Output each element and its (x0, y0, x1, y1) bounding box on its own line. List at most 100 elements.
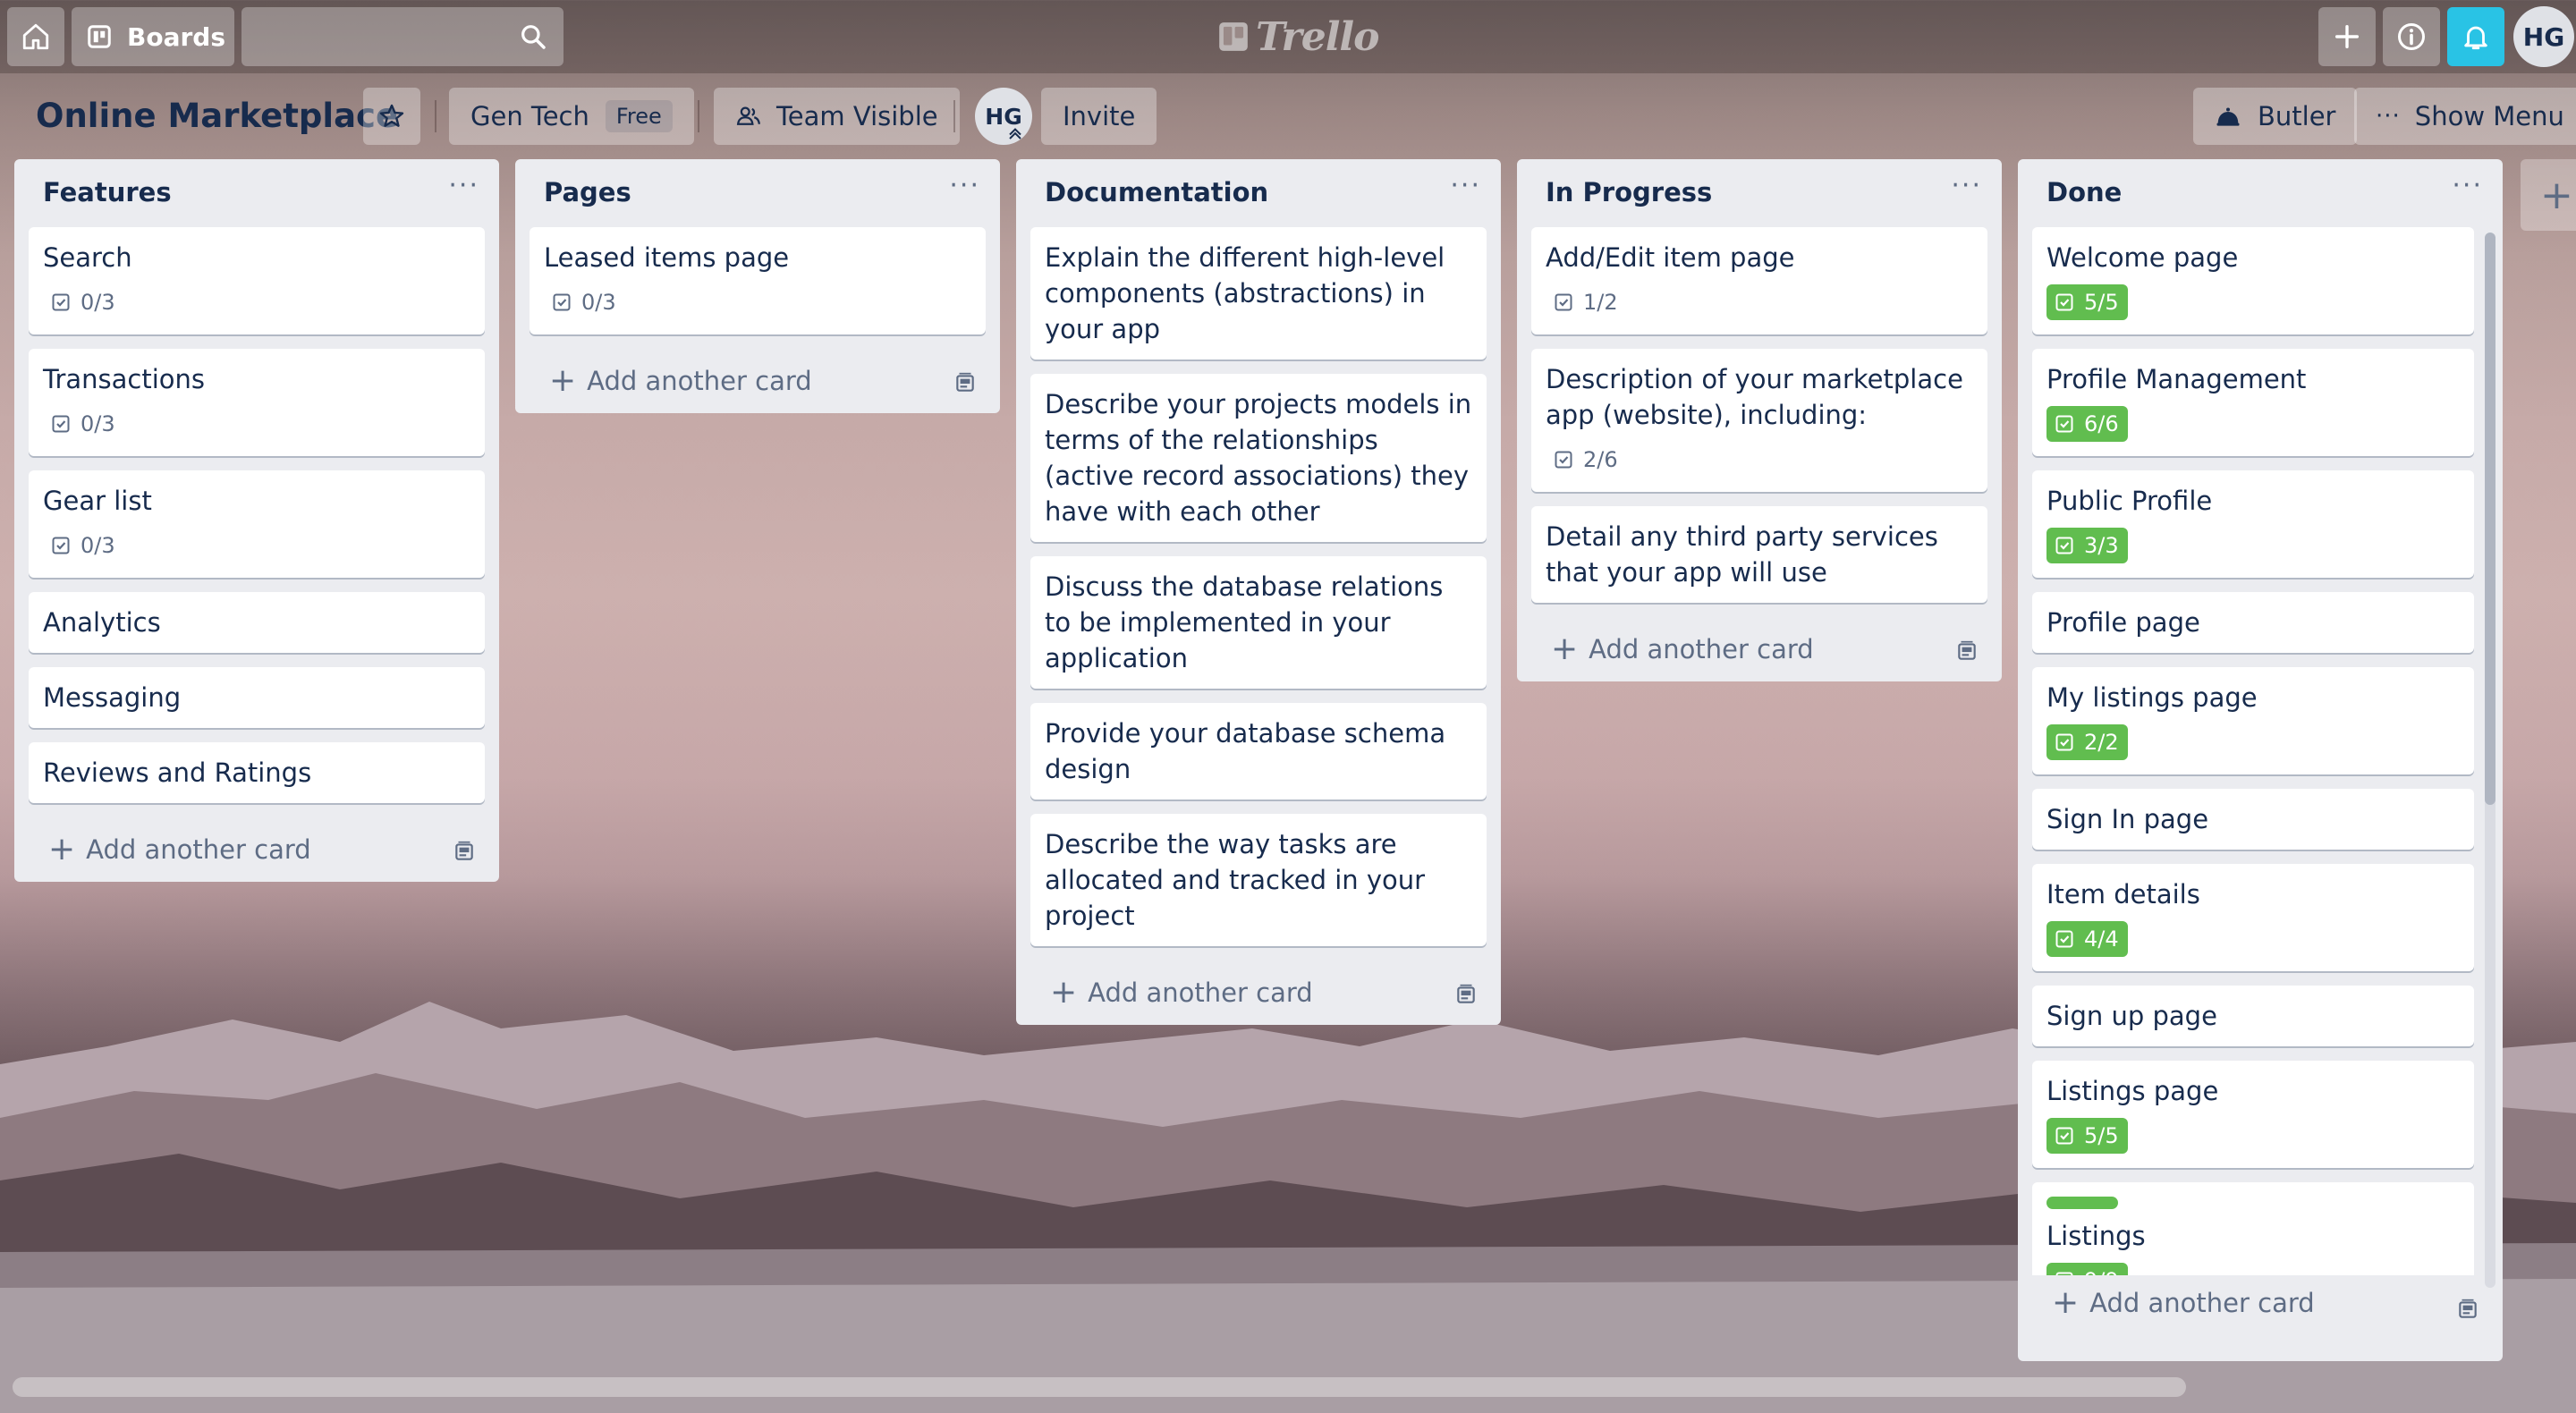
list-title[interactable]: Documentation (1045, 177, 1268, 207)
card[interactable]: Add/Edit item page 1/2 (1531, 227, 1987, 334)
card[interactable]: Sign up page (2032, 986, 2474, 1046)
add-card-button[interactable]: + Add another card (1517, 617, 2002, 681)
logo-text: Trello (1256, 13, 1379, 60)
card[interactable]: Describe your projects models in terms o… (1030, 374, 1487, 542)
list-pages[interactable]: Pages ··· Leased items page 0/3 + Add another… (515, 159, 1000, 413)
card[interactable]: Listings 9/9 (2032, 1182, 2474, 1275)
card[interactable]: Listings page 5/5 (2032, 1061, 2474, 1168)
add-card-button[interactable]: + Add another card (1016, 960, 1501, 1025)
list-title[interactable]: In Progress (1546, 177, 1712, 207)
add-list-button[interactable]: + (2521, 159, 2576, 231)
card[interactable]: Discuss the database relations to be imp… (1030, 556, 1487, 689)
list-menu-icon[interactable]: ··· (1951, 170, 1982, 201)
checklist-count: 2/6 (1583, 447, 1618, 472)
plus-icon: + (1551, 630, 1579, 667)
search-box[interactable] (242, 7, 564, 66)
team-visible-icon (736, 106, 760, 125)
card[interactable]: Gear list 0/3 (29, 470, 485, 578)
list-menu-icon[interactable]: ··· (949, 170, 980, 201)
card[interactable]: Reviews and Ratings (29, 742, 485, 803)
card-title: Analytics (43, 607, 161, 638)
search-input[interactable] (242, 7, 564, 66)
list-title[interactable]: Pages (544, 177, 631, 207)
butler-button[interactable]: Butler (2193, 88, 2358, 145)
list-documentation[interactable]: Documentation ··· Explain the different hi… (1016, 159, 1501, 1025)
card-title: Profile Management (2046, 364, 2307, 394)
home-button[interactable] (7, 7, 64, 66)
card[interactable]: Profile page (2032, 592, 2474, 653)
star-icon (379, 104, 404, 127)
board-title[interactable]: Online Marketplace (36, 93, 398, 138)
card-template-icon[interactable] (453, 840, 476, 863)
card-title: Welcome page (2046, 242, 2239, 273)
card[interactable]: Detail any third party services that you… (1531, 506, 1987, 603)
list-title[interactable]: Done (2046, 177, 2122, 207)
card[interactable]: Messaging (29, 667, 485, 728)
board-icon (88, 25, 111, 48)
card[interactable]: Public Profile 3/3 (2032, 470, 2474, 578)
header-divider (435, 100, 436, 132)
horizontal-scrollbar[interactable] (13, 1377, 2186, 1397)
list-scrollbar[interactable] (2485, 233, 2496, 1288)
card-title: Describe your projects models in terms o… (1045, 389, 1472, 527)
add-card-button[interactable]: + Add another card (2018, 1275, 2503, 1331)
card-title: My listings page (2046, 682, 2258, 713)
scrollbar-thumb[interactable] (2485, 233, 2496, 805)
list-menu-icon[interactable]: ··· (448, 170, 479, 201)
card[interactable]: Provide your database schema design (1030, 703, 1487, 800)
card[interactable]: My listings page 2/2 (2032, 667, 2474, 774)
card[interactable]: Description of your marketplace app (web… (1531, 349, 1987, 492)
list-cards: Leased items page 0/3 (515, 227, 1000, 334)
card[interactable]: Analytics (29, 592, 485, 653)
card[interactable]: Sign In page (2032, 789, 2474, 850)
list-features[interactable]: Features ··· Search 0/3 Transactions 0/3 Gear … (14, 159, 499, 882)
list-in-progress[interactable]: In Progress ··· Add/Edit item page 1/2 Descr… (1517, 159, 2002, 681)
card-template-icon[interactable] (2456, 1298, 2479, 1321)
show-menu-button[interactable]: ··· Show Menu (2354, 88, 2576, 145)
plan-badge: Free (605, 100, 673, 132)
list-menu-icon[interactable]: ··· (1450, 170, 1481, 201)
card[interactable]: Leased items page 0/3 (530, 227, 986, 334)
add-card-button[interactable]: + Add another card (515, 349, 1000, 413)
list-done[interactable]: Done ··· Welcome page 5/5 Profile Management… (2018, 159, 2503, 1361)
card-title: Reviews and Ratings (43, 757, 312, 788)
checklist-count: 2/2 (2084, 730, 2119, 755)
user-avatar[interactable]: HG (2513, 6, 2574, 67)
add-card-button[interactable]: + Add another card (14, 817, 499, 882)
card[interactable]: Item details 4/4 (2032, 864, 2474, 971)
notifications-button[interactable] (2447, 7, 2504, 66)
card-template-icon[interactable] (953, 371, 977, 394)
list-menu-icon[interactable]: ··· (2452, 170, 2483, 201)
card[interactable]: Welcome page 5/5 (2032, 227, 2474, 334)
boards-button[interactable]: Boards (72, 7, 234, 66)
create-button[interactable] (2318, 7, 2376, 66)
list-header: Documentation ··· (1016, 159, 1501, 227)
star-button[interactable] (363, 88, 420, 145)
checklist-icon (2055, 733, 2073, 751)
trello-logo[interactable]: Trello (1216, 13, 1379, 61)
card-label[interactable] (2046, 1197, 2118, 1209)
checklist-count: 4/4 (2084, 926, 2119, 952)
checklist-icon (2055, 293, 2073, 311)
card-title: Add/Edit item page (1546, 242, 1795, 273)
card[interactable]: Describe the way tasks are allocated and… (1030, 814, 1487, 946)
card-template-icon[interactable] (1454, 983, 1478, 1006)
card[interactable]: Profile Management 6/6 (2032, 349, 2474, 456)
visibility-button[interactable]: Team Visible (714, 88, 960, 145)
checklist-badge: 5/5 (2046, 1118, 2128, 1154)
list-title[interactable]: Features (43, 177, 172, 207)
header-divider (698, 100, 699, 132)
plus-icon (2334, 24, 2360, 49)
checklist-icon (2055, 930, 2073, 948)
card[interactable]: Search 0/3 (29, 227, 485, 334)
invite-button[interactable]: Invite (1041, 88, 1157, 145)
card-template-icon[interactable] (1955, 639, 1979, 663)
card[interactable]: Transactions 0/3 (29, 349, 485, 456)
board-member-avatar[interactable]: HG (975, 88, 1032, 145)
info-button[interactable] (2383, 7, 2440, 66)
team-button[interactable]: Gen Tech Free (449, 88, 694, 145)
card[interactable]: Explain the different high-level compone… (1030, 227, 1487, 360)
team-name: Gen Tech (470, 101, 589, 131)
card-title: Public Profile (2046, 486, 2213, 516)
checklist-badge: 6/6 (2046, 406, 2128, 442)
